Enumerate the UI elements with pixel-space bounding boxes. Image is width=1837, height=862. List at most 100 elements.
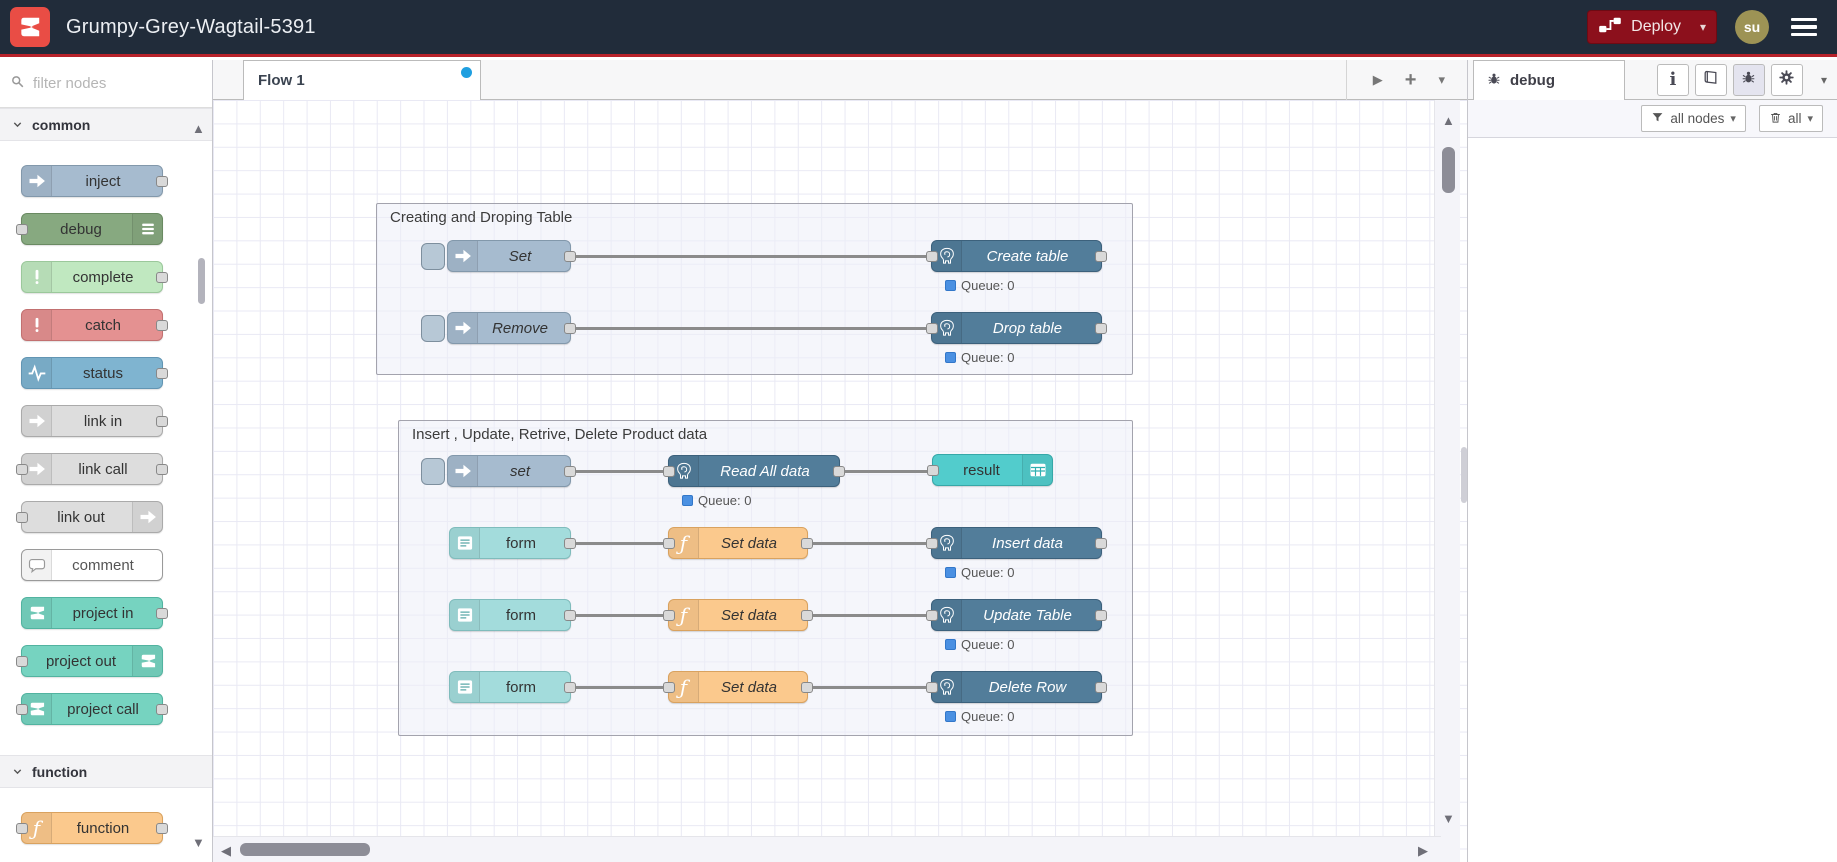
palette-node-debug[interactable]: debug [16,213,163,245]
node-setdata1[interactable]: ƒ Set data [663,527,813,559]
canvas-scroll-down-icon[interactable]: ▼ [1442,812,1455,825]
palette-node-link-out[interactable]: link out [16,501,163,533]
settings-tab-button[interactable] [1770,64,1803,96]
port-in[interactable] [926,610,938,621]
wire-remove-drop_table[interactable] [576,327,926,330]
user-avatar[interactable]: su [1735,10,1769,44]
node-form2[interactable]: form [449,599,576,631]
port-out[interactable] [156,368,168,379]
port-out[interactable] [1095,538,1107,549]
flow-canvas[interactable]: ▲ ▼ ◀ ▶ Creating and Droping Table Insert… [213,100,1467,862]
palette-scroll-down-icon[interactable]: ▼ [192,836,205,849]
palette-section-function[interactable]: function [0,755,212,788]
palette-scroll-up-icon[interactable]: ▲ [192,122,205,135]
canvas-hscrollbar-thumb[interactable] [240,843,370,856]
filter-nodes-input[interactable] [31,74,181,93]
port-in[interactable] [926,323,938,334]
port-out[interactable] [564,682,576,693]
port-out[interactable] [564,610,576,621]
inject-button[interactable] [421,315,445,342]
port-in[interactable] [926,251,938,262]
next-flow-icon[interactable]: ▶ [1373,72,1383,88]
port-in[interactable] [926,682,938,693]
port-out[interactable] [156,416,168,427]
node-form3[interactable]: form [449,671,576,703]
palette-node-link-call[interactable]: link call [16,453,168,485]
port-in[interactable] [663,610,675,621]
port-out[interactable] [1095,610,1107,621]
wire-setdata1-insert[interactable] [813,542,926,545]
palette-node-status[interactable]: status [21,357,168,389]
wire-form2-setdata2[interactable] [576,614,663,617]
port-in[interactable] [16,704,28,715]
wire-form3-setdata3[interactable] [576,686,663,689]
add-flow-icon[interactable]: + [1405,70,1417,90]
palette-section-common[interactable]: common [0,108,212,141]
group-g1[interactable]: Creating and Droping Table [376,203,1133,375]
canvas-vertical-scrollbar[interactable]: ▲ ▼ [1434,100,1460,862]
deploy-options-caret-icon[interactable]: ▾ [1690,20,1706,34]
wire-form1-setdata1[interactable] [576,542,663,545]
node-form1[interactable]: form [449,527,576,559]
port-out[interactable] [833,466,845,477]
port-in[interactable] [663,466,675,477]
port-out[interactable] [564,251,576,262]
port-in[interactable] [927,465,939,476]
port-out[interactable] [1095,323,1107,334]
node-set2[interactable]: set [421,455,576,487]
canvas-vscrollbar-thumb[interactable] [1442,147,1455,193]
palette-node-complete[interactable]: complete [21,261,168,293]
port-in[interactable] [16,464,28,475]
info-tab-button[interactable]: i [1656,64,1689,96]
canvas-scroll-left-icon[interactable]: ◀ [221,844,231,857]
debug-messages-panel[interactable] [1468,138,1837,862]
palette-node-link-in[interactable]: link in [21,405,168,437]
port-out[interactable] [1095,682,1107,693]
port-out[interactable] [564,466,576,477]
palette-node-comment[interactable]: comment [21,549,163,581]
port-out[interactable] [801,538,813,549]
tab-debug[interactable]: debug [1473,60,1625,100]
palette-node-project-in[interactable]: project in [21,597,168,629]
canvas-horizontal-scrollbar[interactable]: ◀ ▶ [213,836,1441,862]
palette-node-project-call[interactable]: project call [16,693,168,725]
node-result[interactable]: result [927,454,1053,486]
wire-set1-create_table[interactable] [576,255,926,258]
port-out[interactable] [156,608,168,619]
palette-node-function[interactable]: ƒ function [16,812,168,844]
node-setdata2[interactable]: ƒ Set data [663,599,813,631]
debug-filter-button[interactable]: all nodes ▾ [1641,105,1746,132]
palette-node-catch[interactable]: catch [21,309,168,341]
palette-search[interactable] [0,60,212,108]
port-in[interactable] [16,512,28,523]
port-in[interactable] [663,682,675,693]
palette-node-project-out[interactable]: project out [16,645,163,677]
wire-set2-read_all[interactable] [576,470,663,473]
outer-scrollbar-thumb[interactable] [1461,447,1467,503]
wire-setdata3-delete[interactable] [813,686,926,689]
port-out[interactable] [564,323,576,334]
port-out[interactable] [156,272,168,283]
port-out[interactable] [801,682,813,693]
inject-button[interactable] [421,243,445,270]
debug-tab-button[interactable] [1732,64,1765,96]
port-out[interactable] [156,320,168,331]
palette-scrollbar-thumb[interactable] [198,258,205,304]
port-in[interactable] [16,823,28,834]
port-in[interactable] [16,224,28,235]
port-out[interactable] [156,823,168,834]
node-read_all[interactable]: Read All data [663,455,845,487]
port-out[interactable] [156,704,168,715]
canvas-scroll-right-icon[interactable]: ▶ [1418,844,1428,857]
port-in[interactable] [663,538,675,549]
sidebar-options-caret-icon[interactable]: ▾ [1821,73,1827,87]
port-out[interactable] [156,464,168,475]
node-delete[interactable]: Delete Row [926,671,1107,703]
node-set1[interactable]: Set [421,240,576,272]
help-tab-button[interactable] [1694,64,1727,96]
inject-button[interactable] [421,458,445,485]
node-update[interactable]: Update Table [926,599,1107,631]
port-out[interactable] [156,176,168,187]
port-in[interactable] [16,656,28,667]
port-out[interactable] [801,610,813,621]
